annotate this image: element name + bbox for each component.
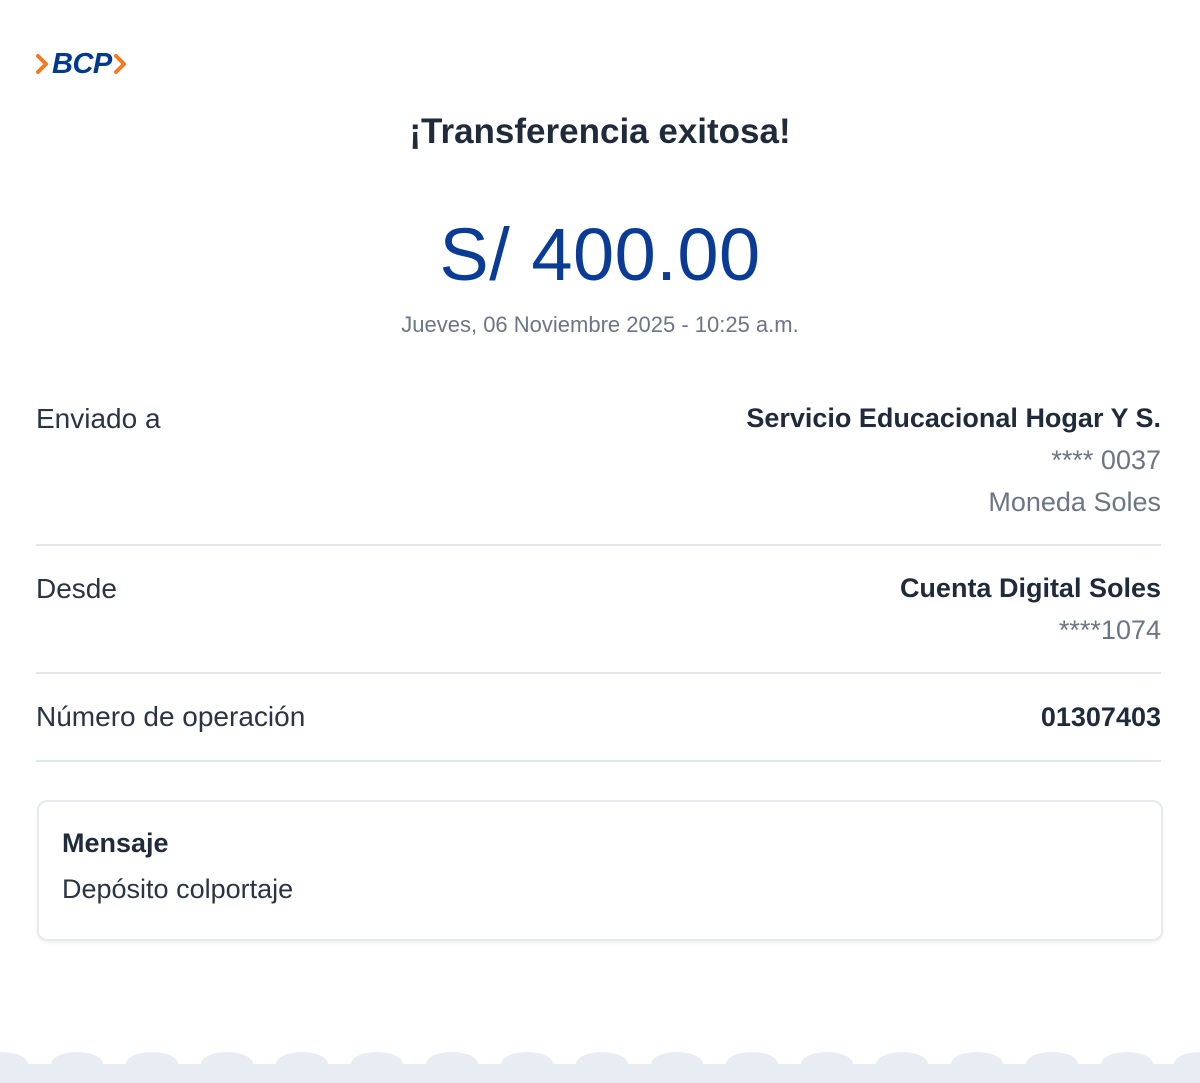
bcp-logo: BCP [36, 46, 128, 82]
message-text: Depósito colportaje [62, 874, 294, 904]
receipt-scalloped-edge [0, 1052, 1200, 1083]
operation-values: 01307403 [1041, 696, 1161, 738]
recipient-currency: Moneda Soles [988, 487, 1161, 517]
brand-name: BCP [52, 47, 112, 80]
sent-to-values: Servicio Educacional Hogar Y S. **** 003… [746, 397, 1161, 523]
source-account-number: ****1074 [1058, 615, 1161, 645]
page-title: ¡Transferencia exitosa! [409, 112, 791, 151]
from-values: Cuenta Digital Soles ****1074 [900, 567, 1161, 651]
transfer-datetime: Jueves, 06 Noviembre 2025 - 10:25 a.m. [401, 312, 799, 337]
recipient-account: **** 0037 [1051, 445, 1161, 475]
detail-row-operation: Número de operación 01307403 [36, 700, 1161, 762]
chevron-right-icon [113, 54, 126, 74]
from-label: Desde [36, 573, 117, 604]
transfer-amount: S/ 400.00 [439, 213, 761, 296]
message-card: Mensaje Depósito colportaje [37, 800, 1163, 941]
detail-row-sent-to: Enviado a Servicio Educacional Hogar Y S… [36, 400, 1161, 546]
operation-number: 01307403 [1040, 702, 1161, 732]
detail-row-from: Desde Cuenta Digital Soles ****1074 [36, 570, 1161, 674]
message-title: Mensaje [62, 828, 169, 858]
recipient-name: Servicio Educacional Hogar Y S. [746, 403, 1161, 433]
source-account-name: Cuenta Digital Soles [899, 573, 1161, 603]
sent-to-label: Enviado a [36, 403, 161, 434]
chevron-right-icon [36, 54, 48, 74]
operation-label: Número de operación [36, 701, 306, 732]
